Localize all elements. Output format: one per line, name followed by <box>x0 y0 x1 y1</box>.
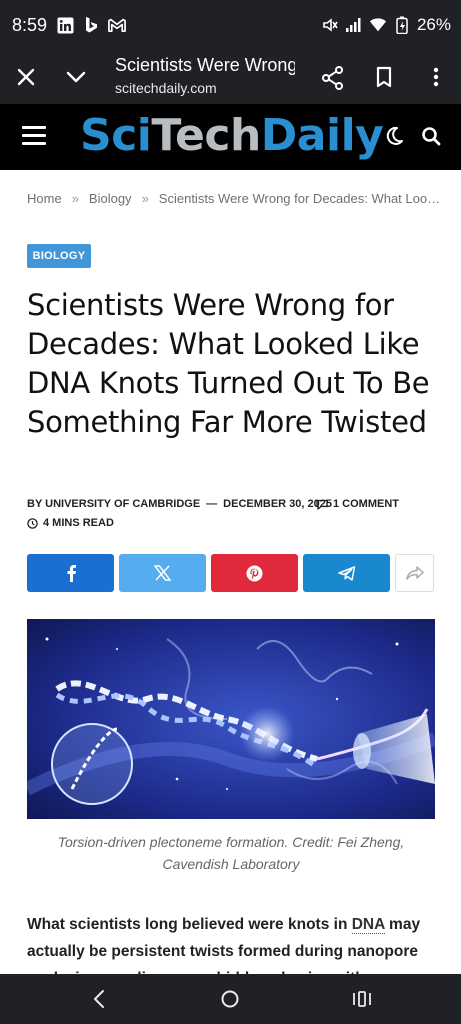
status-bar: 8:59 26% <box>0 0 461 52</box>
home-icon[interactable] <box>220 989 240 1014</box>
custom-tab-toolbar: Scientists Were Wrong for Decades… scite… <box>0 52 461 104</box>
dark-mode-icon[interactable] <box>384 126 404 151</box>
bing-icon <box>82 16 100 34</box>
breadcrumb-home[interactable]: Home <box>27 191 62 206</box>
category-badge[interactable]: BIOLOGY <box>27 244 91 268</box>
breadcrumb-separator: » <box>71 191 79 206</box>
tab-title: Scientists Were Wrong for Decades… <box>115 55 295 75</box>
menu-icon[interactable] <box>22 126 46 150</box>
site-logo[interactable]: SciTechDaily <box>80 110 384 161</box>
x-icon <box>154 565 171 581</box>
battery-icon <box>393 16 411 34</box>
breadcrumb-current: Scientists Were Wrong for Decades: What … <box>158 191 441 206</box>
system-nav-bar <box>0 974 461 1024</box>
comments-link[interactable]: 1 COMMENT <box>316 498 399 510</box>
read-time: 4 MINS READ <box>27 517 114 529</box>
breadcrumb: Home » Biology » Scientists Were Wrong for D… <box>27 191 440 206</box>
comment-icon <box>316 499 328 510</box>
telegram-icon <box>337 565 355 581</box>
tab-url: scitechdaily.com <box>115 80 217 96</box>
forward-icon <box>405 566 424 580</box>
hero-image <box>27 619 435 819</box>
search-icon[interactable] <box>421 126 441 151</box>
comments-count: 1 COMMENT <box>333 498 399 510</box>
share-icon[interactable] <box>320 65 346 96</box>
wifi-icon <box>369 16 387 34</box>
share-telegram-button[interactable] <box>303 554 390 592</box>
back-icon[interactable] <box>92 989 106 1014</box>
dna-link[interactable]: DNA <box>351 916 385 934</box>
chevron-down-icon[interactable] <box>64 65 88 94</box>
mute-icon <box>321 16 339 34</box>
battery-percent: 26% <box>416 15 451 34</box>
article-meta: BY UNIVERSITY OF CAMBRIDGE — DECEMBER 30, … <box>27 498 399 510</box>
clock-icon <box>27 517 38 529</box>
share-more-button[interactable] <box>395 554 434 592</box>
gmail-icon <box>108 16 126 34</box>
signal-icon <box>345 16 363 34</box>
close-icon[interactable] <box>14 65 38 94</box>
site-header: SciTechDaily <box>0 104 461 170</box>
article-headline: Scientists Were Wrong for Decades: What … <box>27 288 430 439</box>
image-caption: Torsion-driven plectoneme formation. Cre… <box>57 834 405 872</box>
linkedin-icon <box>56 16 74 34</box>
pinterest-icon <box>246 565 263 581</box>
share-x-button[interactable] <box>119 554 206 592</box>
read-time-label: 4 MINS READ <box>43 517 114 529</box>
recent-apps-icon[interactable] <box>352 989 372 1014</box>
share-facebook-button[interactable] <box>27 554 114 592</box>
share-pinterest-button[interactable] <box>211 554 298 592</box>
more-options-icon[interactable] <box>424 65 448 94</box>
breadcrumb-category[interactable]: Biology <box>89 191 132 206</box>
breadcrumb-separator: » <box>141 191 149 206</box>
share-buttons <box>27 554 434 592</box>
byline[interactable]: BY UNIVERSITY OF CAMBRIDGE <box>27 498 200 510</box>
bookmark-icon[interactable] <box>372 65 396 94</box>
facebook-icon <box>67 565 76 582</box>
status-time: 8:59 <box>12 15 48 35</box>
